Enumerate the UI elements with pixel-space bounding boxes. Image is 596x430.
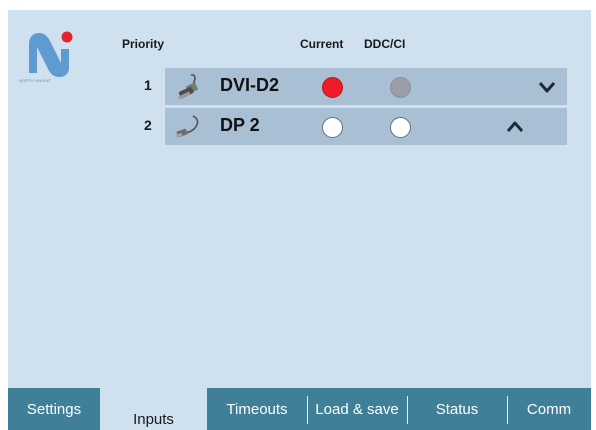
tab-status[interactable]: Status	[407, 388, 507, 430]
tab-inputs[interactable]: Inputs	[100, 388, 207, 430]
up-chevron-icon[interactable]	[505, 117, 525, 137]
tab-divider	[507, 396, 508, 424]
tab-load-save[interactable]: Load & save	[307, 388, 407, 430]
input-name: DVI-D2	[220, 75, 280, 95]
inputs-screen: NORTH INVENT Priority Current DDC/CI 1 D…	[8, 10, 591, 430]
north-invent-logo: NORTH INVENT	[19, 23, 79, 89]
input-row-dvi-d2[interactable]: DVI-D2	[165, 68, 567, 105]
ddcci-indicator-empty[interactable]	[390, 117, 411, 138]
tab-timeouts[interactable]: Timeouts	[207, 388, 307, 430]
displayport-cable-icon	[173, 112, 205, 141]
tab-bar: Settings Inputs Timeouts Load & save Sta…	[8, 388, 591, 430]
tab-settings[interactable]: Settings	[8, 388, 100, 430]
ddcci-header: DDC/CI	[364, 37, 406, 51]
input-name: DP 2	[220, 115, 260, 135]
dvi-cable-icon	[173, 72, 205, 101]
ddcci-indicator[interactable]	[390, 77, 411, 98]
input-priority-1: 1	[144, 77, 152, 93]
current-indicator-empty[interactable]	[322, 117, 343, 138]
tab-comm[interactable]: Comm	[507, 388, 591, 430]
tab-divider	[307, 396, 308, 424]
current-header: Current	[300, 37, 344, 51]
input-row-dp-2[interactable]: DP 2	[165, 108, 567, 145]
tab-divider	[407, 396, 408, 424]
down-chevron-icon[interactable]	[537, 77, 557, 97]
current-indicator-active[interactable]	[322, 77, 343, 98]
logo-tagline: NORTH INVENT	[19, 78, 52, 83]
priority-header: Priority	[122, 37, 165, 51]
input-priority-2: 2	[144, 117, 152, 133]
